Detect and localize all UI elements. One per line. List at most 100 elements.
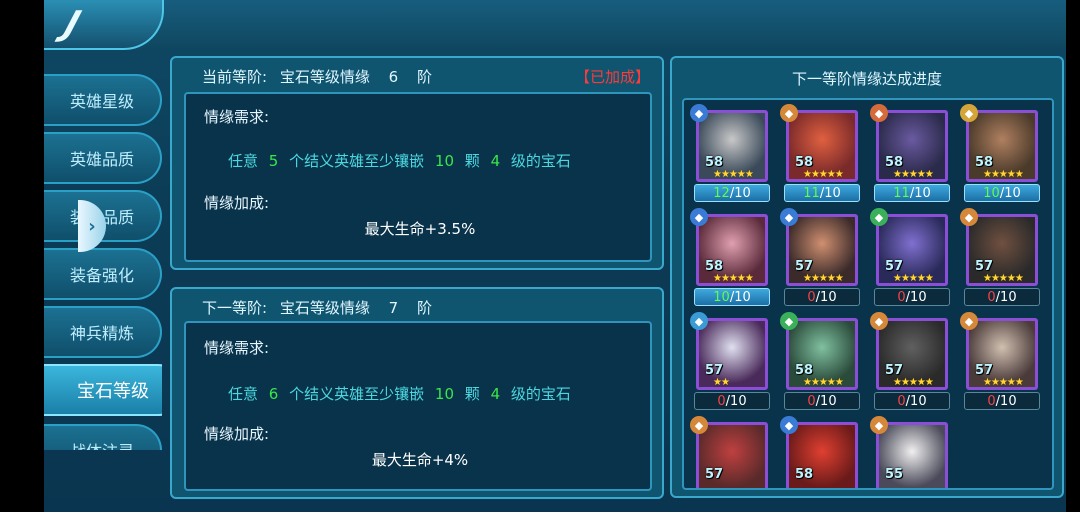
hero-stars: ★★★★★	[893, 377, 934, 388]
req-word: 任意	[228, 152, 259, 170]
hero-card[interactable]: 58 ★★★★★ ◆ 0/10	[780, 312, 860, 410]
hero-level: 58	[975, 155, 994, 170]
hero-stars: ★★★★★	[983, 169, 1024, 180]
hero-card[interactable]: 58 ◆	[780, 416, 860, 488]
sidebar: 英雄星级 英雄品质 装备品质 装备强化 神兵精炼 宝石等级 战体注灵	[44, 70, 162, 450]
hero-portrait: 57 ★★	[696, 318, 768, 390]
hero-card[interactable]: 57 ◆	[690, 416, 770, 488]
status-badge: 【已加成】	[574, 68, 650, 86]
sidebar-item-label: 战体注灵	[70, 438, 134, 450]
hero-portrait: 58 ★★★★★	[966, 110, 1038, 182]
left-letterbox	[0, 0, 44, 512]
sidebar-item-equip-enhance[interactable]: 装备强化	[44, 248, 162, 300]
hero-class-icon: ◆	[780, 208, 798, 226]
bonus-value: 最大生命+3.5%	[364, 220, 476, 238]
hero-level: 58	[795, 155, 814, 170]
gem-count-current: 0	[807, 290, 816, 305]
hero-stars: ★★★★★	[803, 377, 844, 388]
req-gem-count: 10	[434, 152, 455, 170]
req-gem-count: 10	[434, 385, 455, 403]
hero-class-icon: ◆	[870, 312, 888, 330]
hero-portrait: 58 ★★★★★	[876, 110, 948, 182]
current-title: 当前等阶: 宝石等级情缘 6 阶	[202, 66, 432, 87]
sidebar-item-hero-quality[interactable]: 英雄品质	[44, 132, 162, 184]
gem-progress-count: 10/10	[694, 288, 770, 306]
gem-count-current: 0	[807, 394, 816, 409]
hero-class-icon: ◆	[960, 104, 978, 122]
sidebar-item-gem-level[interactable]: 宝石等级	[44, 364, 162, 416]
gem-progress-count: 0/10	[964, 392, 1040, 410]
next-title-level: 7	[388, 299, 399, 317]
current-title-level: 6	[388, 68, 399, 86]
hero-level: 57	[885, 259, 904, 274]
hero-level: 58	[795, 467, 814, 482]
progress-panel: 下一等阶情缘达成进度 58 ★★★★★ ◆ 12/10 58 ★★★★★ ◆ 11/10 58 ★…	[670, 56, 1064, 498]
hero-portrait: 57 ★★★★★	[876, 318, 948, 390]
gem-progress-count: 10/10	[964, 184, 1040, 202]
back-logo-button[interactable]: J	[44, 0, 164, 50]
hero-card[interactable]: 57 ★★ ◆ 0/10	[690, 312, 770, 410]
sidebar-item-spirit-infuse[interactable]: 战体注灵	[44, 424, 162, 450]
gem-count-total: /10	[729, 290, 751, 305]
current-title-name: 宝石等级情缘	[279, 68, 370, 86]
gem-count-total: /10	[995, 394, 1017, 409]
gem-count-current: 10	[983, 186, 1000, 201]
hero-stars: ★★★★★	[983, 273, 1024, 284]
sidebar-item-weapon-refine[interactable]: 神兵精炼	[44, 306, 162, 358]
gem-progress-count: 0/10	[694, 392, 770, 410]
hero-card[interactable]: 57 ★★★★★ ◆ 0/10	[870, 208, 950, 306]
hero-portrait: 57 ★★★★★	[876, 214, 948, 286]
req-gem-level: 4	[490, 152, 501, 170]
hero-card[interactable]: 57 ★★★★★ ◆ 0/10	[960, 208, 1040, 306]
hero-level: 58	[705, 259, 724, 274]
hero-card[interactable]: 58 ★★★★★ ◆ 10/10	[960, 104, 1040, 202]
hero-stars: ★★★★★	[893, 169, 934, 180]
hero-class-icon: ◆	[690, 416, 708, 434]
hero-grid: 58 ★★★★★ ◆ 12/10 58 ★★★★★ ◆ 11/10 58 ★★★★★ ◆ 11/10 5…	[682, 98, 1054, 490]
req-word: 级的宝石	[510, 385, 571, 403]
hero-level: 57	[975, 363, 994, 378]
hero-stars: ★★★★★	[893, 273, 934, 284]
hero-class-icon: ◆	[780, 104, 798, 122]
req-gem-level: 4	[490, 385, 501, 403]
req-label: 情缘需求:	[204, 339, 270, 357]
hero-stars: ★★★★★	[803, 169, 844, 180]
hero-card[interactable]: 57 ★★★★★ ◆ 0/10	[780, 208, 860, 306]
req-word: 个结义英雄至少镶嵌	[289, 152, 425, 170]
sidebar-item-label: 英雄星级	[69, 92, 134, 111]
hero-portrait: 58	[786, 422, 858, 488]
current-detail-box: 情缘需求: 任意 5 个结义英雄至少镶嵌 10 颗 4 级的宝石 情缘加成: 最…	[184, 92, 652, 262]
hero-card[interactable]: 58 ★★★★★ ◆ 11/10	[780, 104, 860, 202]
bonus-label: 情缘加成:	[204, 194, 270, 212]
gem-progress-count: 0/10	[874, 288, 950, 306]
req-word: 颗	[464, 385, 480, 403]
gem-count-current: 0	[897, 290, 906, 305]
hero-card[interactable]: 55 ◆	[870, 416, 950, 488]
hero-level: 58	[705, 155, 724, 170]
logo-glyph: J	[59, 4, 86, 44]
hero-card[interactable]: 57 ★★★★★ ◆ 0/10	[960, 312, 1040, 410]
hero-level: 57	[705, 363, 724, 378]
gem-count-total: /10	[909, 186, 931, 201]
hero-card[interactable]: 58 ★★★★★ ◆ 12/10	[690, 104, 770, 202]
hero-card[interactable]: 58 ★★★★★ ◆ 10/10	[690, 208, 770, 306]
sidebar-item-label: 装备强化	[69, 266, 134, 285]
hero-level: 55	[885, 467, 904, 482]
gem-count-total: /10	[815, 394, 837, 409]
req-label: 情缘需求:	[204, 108, 270, 126]
gem-count-total: /10	[729, 186, 751, 201]
gem-count-total: /10	[995, 290, 1017, 305]
hero-card[interactable]: 57 ★★★★★ ◆ 0/10	[870, 312, 950, 410]
hero-class-icon: ◆	[690, 312, 708, 330]
req-word: 颗	[464, 152, 480, 170]
hero-class-icon: ◆	[780, 312, 798, 330]
hero-portrait: 58 ★★★★★	[696, 214, 768, 286]
req-word: 级的宝石	[510, 152, 571, 170]
hero-card[interactable]: 58 ★★★★★ ◆ 11/10	[870, 104, 950, 202]
sidebar-item-label: 英雄品质	[69, 150, 134, 169]
sidebar-item-hero-star[interactable]: 英雄星级	[44, 74, 162, 126]
sidebar-item-label: 宝石等级	[77, 381, 149, 402]
gem-count-current: 11	[893, 186, 910, 201]
next-title: 下一等阶: 宝石等级情缘 7 阶	[202, 297, 432, 318]
hero-stars: ★★★★★	[713, 273, 754, 284]
